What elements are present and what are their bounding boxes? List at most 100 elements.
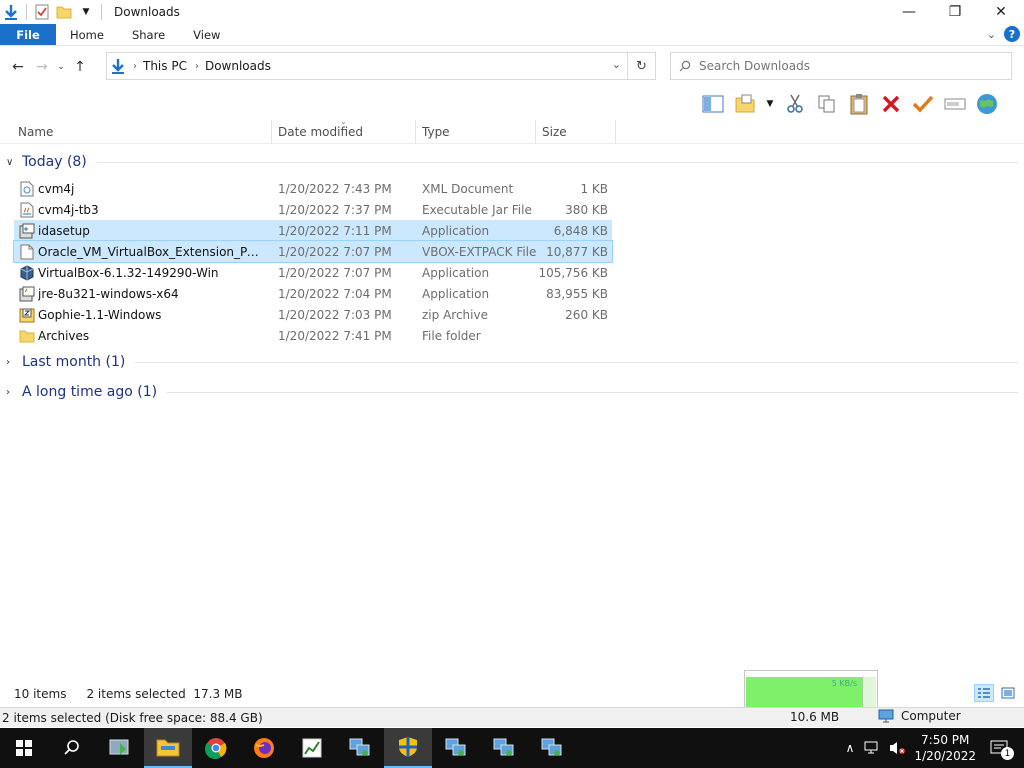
file-size: 380 KB	[565, 202, 608, 217]
file-date: 1/20/2022 7:11 PM	[278, 223, 392, 238]
rename-icon[interactable]	[942, 91, 968, 117]
tab-view[interactable]: View	[179, 24, 234, 45]
file-date: 1/20/2022 7:07 PM	[278, 265, 392, 280]
file-name: VirtualBox-6.1.32-149290-Win	[38, 265, 219, 280]
group-long-ago[interactable]: › A long time ago (1)	[6, 382, 1018, 402]
downloads-location-icon	[111, 58, 125, 74]
minimize-button[interactable]: —	[886, 0, 932, 24]
properties-toolbar-icon[interactable]	[732, 91, 758, 117]
tray-expand-icon[interactable]: ∧	[846, 741, 855, 755]
toolbar-dropdown-icon[interactable]: ▼	[764, 91, 776, 117]
close-button[interactable]: ✕	[978, 0, 1024, 24]
file-type: Application	[422, 286, 490, 301]
notification-center-icon[interactable]: 1	[990, 740, 1014, 760]
file-row[interactable]: Gophie-1.1-Windows 1/20/2022 7:03 PM zip…	[14, 304, 612, 325]
security-shield-icon[interactable]	[384, 728, 432, 768]
downloads-arrow-icon	[2, 3, 20, 21]
network-status-icon[interactable]	[864, 741, 880, 755]
paste-icon[interactable]	[846, 91, 872, 117]
group-divider	[167, 391, 1018, 393]
xml-file-icon	[18, 180, 36, 198]
file-row[interactable]: VirtualBox-6.1.32-149290-Win 1/20/2022 7…	[14, 262, 612, 283]
file-row[interactable]: cvm4j-tb3 1/20/2022 7:37 PM Executable J…	[14, 199, 612, 220]
notification-count: 1	[1001, 747, 1014, 760]
delete-icon[interactable]	[878, 91, 904, 117]
quick-access-toolbar: ▼	[0, 0, 108, 24]
file-row[interactable]: Archives 1/20/2022 7:41 PM File folder	[14, 325, 612, 346]
forward-button[interactable]: →	[30, 55, 54, 79]
column-name[interactable]: Name	[12, 120, 272, 144]
search-box[interactable]	[670, 52, 1012, 80]
breadcrumb-chevron-icon[interactable]: ›	[195, 61, 199, 72]
file-name: Archives	[38, 328, 90, 343]
file-size: 10,877 KB	[546, 244, 608, 259]
back-button[interactable]: ←	[6, 55, 30, 79]
refresh-button[interactable]: ↻	[627, 53, 655, 79]
tab-share[interactable]: Share	[118, 24, 179, 45]
group-last-month[interactable]: › Last month (1)	[6, 352, 1018, 372]
cut-icon[interactable]	[782, 91, 808, 117]
blank-file-icon	[18, 243, 36, 261]
details-view-icon[interactable]	[974, 684, 994, 702]
app-manager-icon[interactable]	[96, 728, 144, 768]
chevron-right-icon[interactable]: ›	[6, 357, 20, 368]
preview-pane-icon[interactable]	[700, 91, 726, 117]
tab-home[interactable]: Home	[56, 24, 118, 45]
up-button[interactable]: ↑	[68, 55, 92, 79]
address-bar[interactable]: › This PC › Downloads ⌄ ↻	[106, 52, 656, 80]
large-icons-view-icon[interactable]	[998, 684, 1018, 702]
column-size[interactable]: Size	[536, 120, 616, 144]
virtualbox-icon	[18, 264, 36, 282]
chrome-icon[interactable]	[192, 728, 240, 768]
network-app-icon[interactable]	[432, 728, 480, 768]
file-row[interactable]: Oracle_VM_VirtualBox_Extension_Pack-6...…	[13, 240, 613, 263]
search-input[interactable]	[699, 59, 989, 73]
group-label: A long time ago (1)	[22, 384, 158, 400]
breadcrumb-downloads[interactable]: Downloads	[205, 59, 271, 73]
properties-icon[interactable]	[33, 3, 51, 21]
chevron-right-icon[interactable]: ›	[6, 387, 20, 398]
new-folder-icon[interactable]	[55, 3, 73, 21]
location-label: Computer	[901, 709, 961, 723]
column-type[interactable]: Type	[416, 120, 536, 144]
system-clock[interactable]: 7:50 PM 1/20/2022	[914, 732, 976, 764]
file-type: VBOX-EXTPACK File	[422, 244, 537, 259]
network-app-icon[interactable]	[336, 728, 384, 768]
breadcrumb-this-pc[interactable]: This PC	[143, 59, 187, 73]
chart-app-icon[interactable]	[288, 728, 336, 768]
network-app-icon[interactable]	[480, 728, 528, 768]
address-dropdown-icon[interactable]: ⌄	[612, 58, 621, 71]
file-explorer-taskbar-icon[interactable]	[144, 728, 192, 768]
file-row[interactable]: cvm4j 1/20/2022 7:43 PM XML Document 1 K…	[14, 178, 612, 199]
ribbon-expand-icon[interactable]: ⌄	[987, 28, 996, 41]
file-size: 83,955 KB	[546, 286, 608, 301]
chevron-down-icon[interactable]: ∨	[6, 157, 20, 168]
maximize-button[interactable]: ❐	[932, 0, 978, 24]
firefox-icon[interactable]	[240, 728, 288, 768]
qat-dropdown-icon[interactable]: ▼	[77, 3, 95, 21]
file-type: File folder	[422, 328, 481, 343]
file-date: 1/20/2022 7:03 PM	[278, 307, 392, 322]
breadcrumb-chevron-icon[interactable]: ›	[133, 61, 137, 72]
search-taskbar-icon[interactable]	[48, 728, 96, 768]
recent-locations-button[interactable]: ⌄	[54, 55, 68, 79]
column-header: Name Date modified ⌄ Type Size	[0, 117, 1024, 144]
file-row[interactable]: jre-8u321-windows-x64 1/20/2022 7:04 PM …	[14, 283, 612, 304]
file-name: idasetup	[38, 223, 90, 238]
tab-file[interactable]: File	[0, 24, 56, 45]
globe-icon[interactable]	[974, 91, 1000, 117]
help-button[interactable]: ?	[1004, 26, 1020, 42]
check-icon[interactable]	[910, 91, 936, 117]
group-label: Last month (1)	[22, 354, 126, 370]
start-button[interactable]	[0, 728, 48, 768]
copy-icon[interactable]	[814, 91, 840, 117]
selection-info: 2 items selected 17.3 MB	[86, 687, 243, 701]
file-row[interactable]: idasetup 1/20/2022 7:11 PM Application 6…	[14, 220, 612, 241]
volume-muted-icon[interactable]	[888, 740, 906, 756]
classic-status-bar: 2 items selected (Disk free space: 88.4 …	[0, 707, 1024, 727]
group-today[interactable]: ∨ Today (8)	[6, 152, 1018, 172]
network-app-icon[interactable]	[528, 728, 576, 768]
clock-time: 7:50 PM	[921, 733, 970, 747]
folder-icon	[18, 327, 36, 345]
clock-date: 1/20/2022	[914, 749, 976, 763]
